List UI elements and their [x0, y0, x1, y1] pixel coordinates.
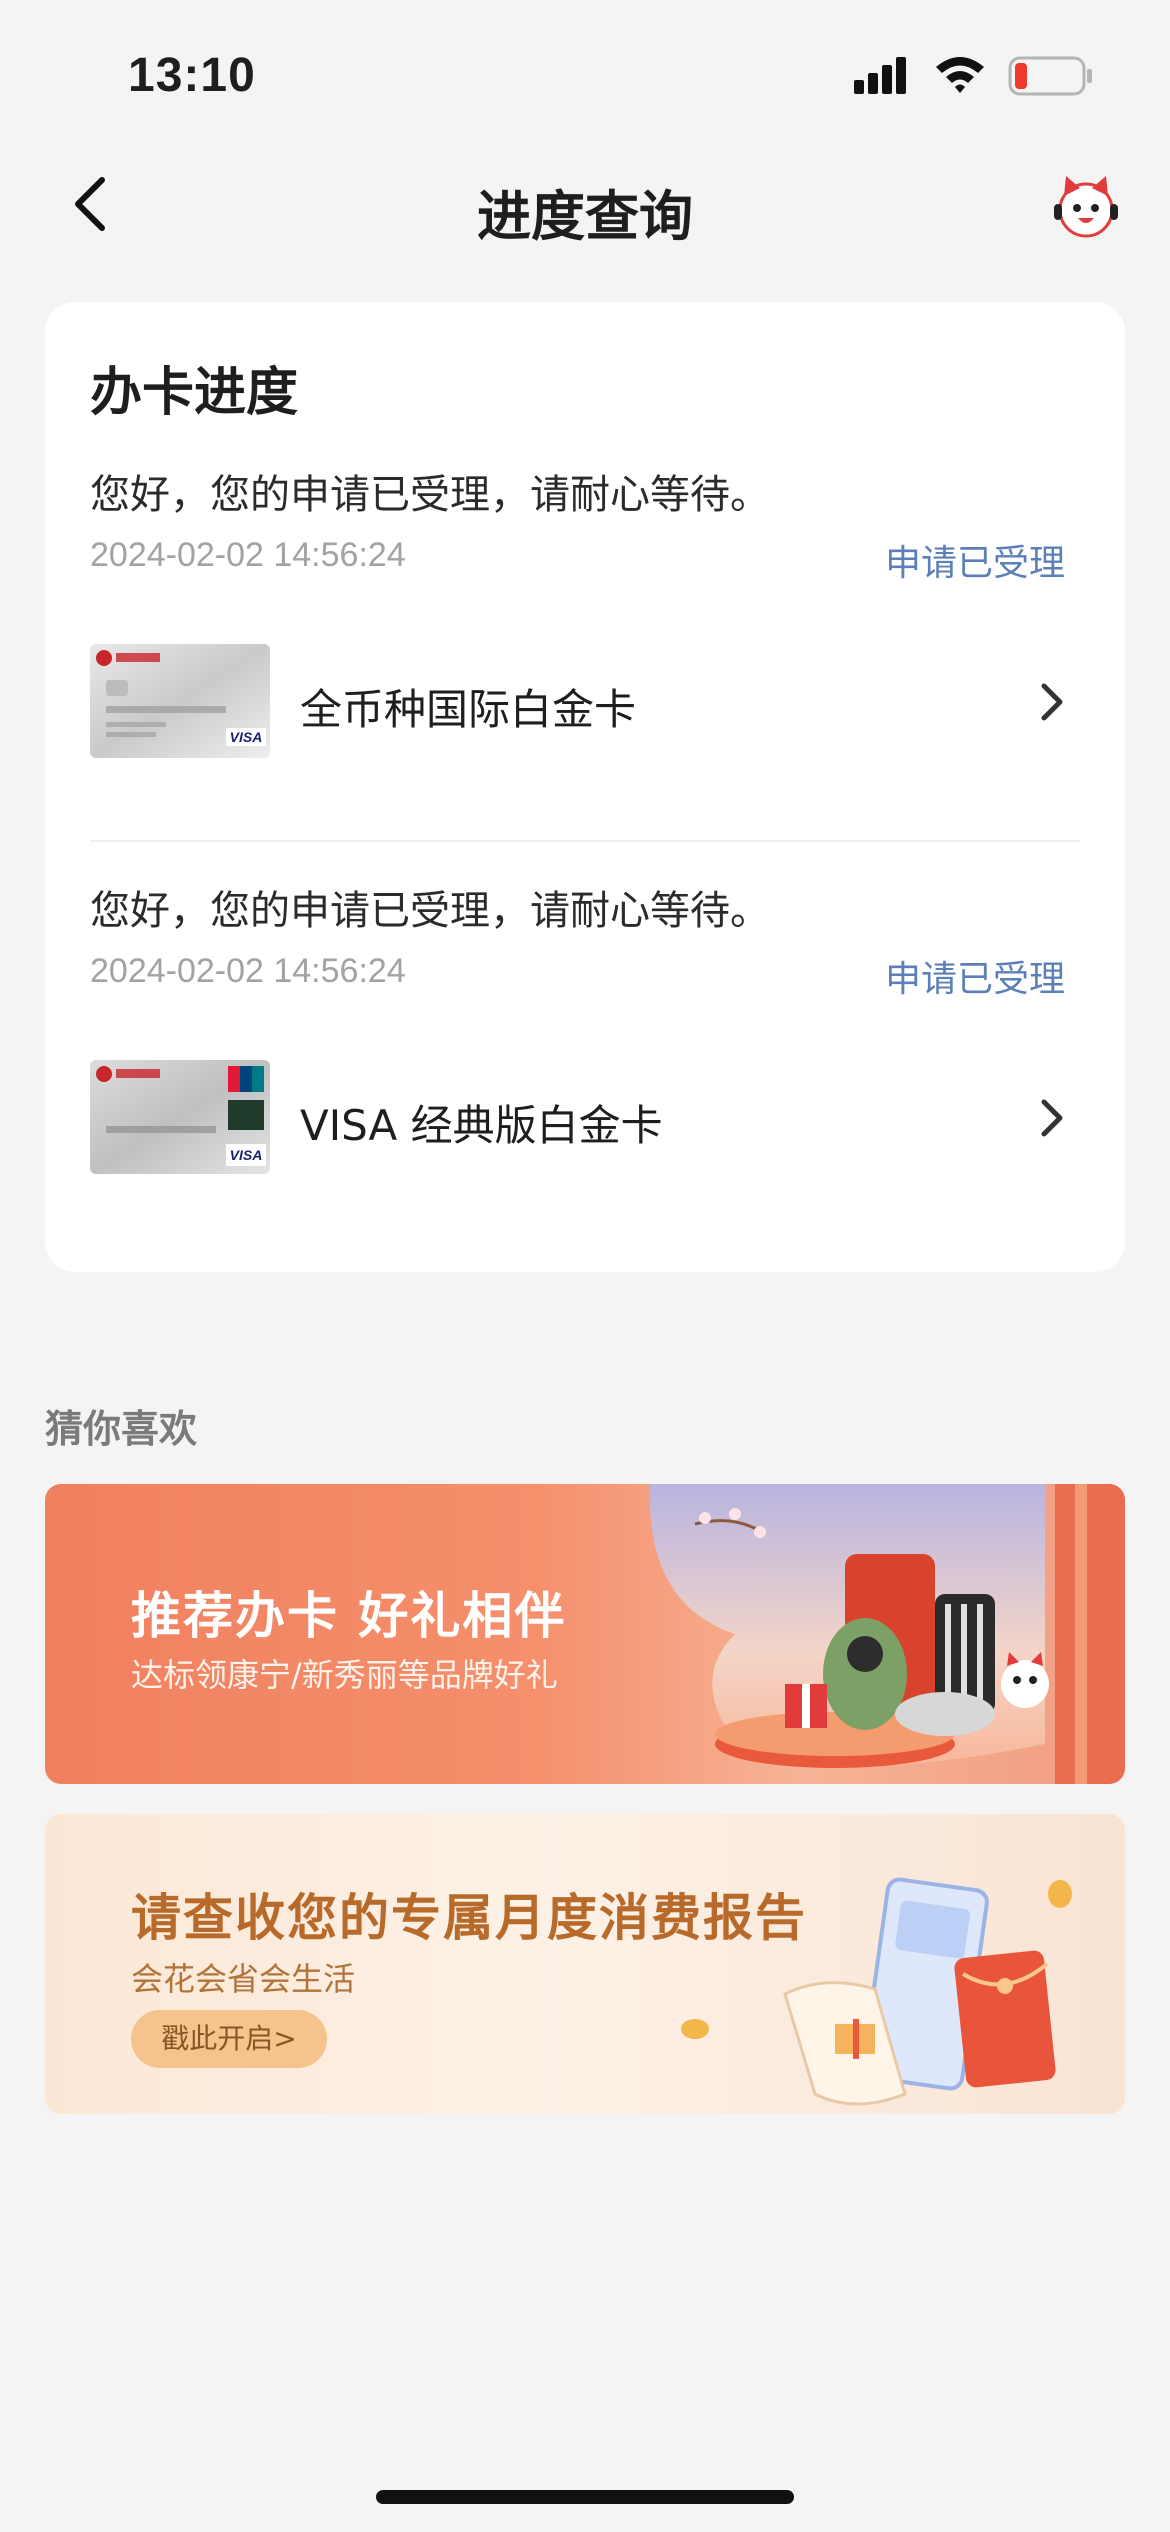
- credit-card-image: VISA: [90, 1060, 270, 1174]
- divider: [90, 840, 1080, 842]
- card-row[interactable]: VISA VISA 经典版白金卡: [90, 1058, 1080, 1178]
- banner-subtitle: 会花会省会生活: [131, 1960, 356, 1998]
- svg-text:VISA: VISA: [230, 729, 263, 745]
- status-time: 13:10: [128, 49, 256, 102]
- battery-icon: [1008, 56, 1092, 96]
- card-name: 全币种国际白金卡: [300, 685, 637, 734]
- nav-bar: 进度查询: [0, 160, 1170, 250]
- monthly-report-banner[interactable]: 请查收您的专属月度消费报告 会花会省会生活 戳此开启>: [45, 1814, 1125, 2114]
- status-bar: 13:10: [0, 0, 1170, 140]
- application-message: 您好，您的申请已受理，请耐心等待。: [90, 888, 770, 934]
- cat-mascot-icon: [1054, 176, 1118, 238]
- page-title: 进度查询: [477, 185, 693, 248]
- home-indicator[interactable]: [376, 2490, 794, 2504]
- chevron-right-icon: [1041, 1099, 1063, 1137]
- application-status: 申请已受理: [884, 543, 1065, 584]
- wifi-icon: [936, 57, 984, 93]
- application-status: 申请已受理: [884, 959, 1065, 1000]
- recommend-section-title: 猜你喜欢: [45, 1407, 198, 1451]
- card-name: VISA 经典版白金卡: [300, 1101, 663, 1150]
- chevron-right-icon: [1041, 683, 1063, 721]
- application-time: 2024-02-02 14:56:24: [90, 536, 406, 574]
- application-message: 您好，您的申请已受理，请耐心等待。: [90, 472, 770, 518]
- recommend-card-banner[interactable]: 推荐办卡 好礼相伴 达标领康宁/新秀丽等品牌好礼: [45, 1484, 1125, 1784]
- open-report-button[interactable]: 戳此开启>: [131, 2010, 327, 2068]
- banner-subtitle: 达标领康宁/新秀丽等品牌好礼: [131, 1656, 558, 1694]
- progress-query-page: 13:10 进度查询 办卡进度 您好，您的申请已受理，请耐心等待。 2024-0…: [0, 0, 1170, 2532]
- banner-title: 请查收您的专属月度消费报告: [131, 1888, 807, 1947]
- card-row[interactable]: VISA 全币种国际白金卡: [90, 642, 1080, 762]
- credit-card-image: VISA: [90, 644, 270, 758]
- progress-title: 办卡进度: [90, 363, 299, 423]
- svg-text:VISA: VISA: [230, 1147, 263, 1163]
- card-progress-panel: 办卡进度 您好，您的申请已受理，请耐心等待。 2024-02-02 14:56:…: [45, 302, 1125, 1272]
- banner-title: 推荐办卡 好礼相伴: [131, 1586, 567, 1645]
- signal-icon: [854, 57, 906, 94]
- customer-service-mascot-button[interactable]: [1050, 170, 1122, 242]
- application-time: 2024-02-02 14:56:24: [90, 952, 406, 990]
